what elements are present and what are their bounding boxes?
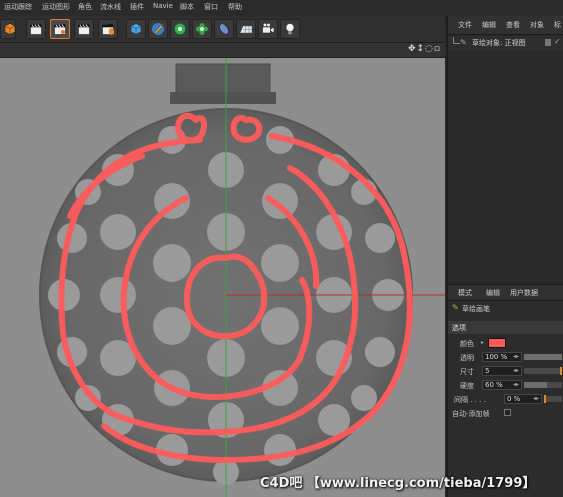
object-label: 草绘对象: 正视图	[472, 39, 526, 47]
hardness-label: 硬度	[460, 382, 474, 390]
section-options[interactable]: 选项	[448, 321, 563, 334]
menu-help[interactable]: 帮助	[228, 2, 242, 12]
menu-plugins[interactable]: 插件	[130, 2, 144, 12]
check-icon[interactable]: ✓	[554, 37, 561, 46]
prop-size: 尺寸 5 ◂▸	[448, 365, 563, 378]
knob-cap	[175, 63, 271, 97]
knob-base	[170, 92, 276, 104]
spacing-field[interactable]: 0 % ◂▸	[504, 394, 542, 404]
viewport[interactable]	[0, 58, 445, 497]
object-row-sketch[interactable]: ✎ 草绘对象: 正视图 ✓	[448, 36, 563, 50]
menu-mograph[interactable]: 运动图形	[42, 2, 70, 12]
sketch-object-icon: ✎	[460, 38, 467, 47]
visibility-toggle-icon[interactable]	[545, 39, 551, 46]
size-field[interactable]: 5 ◂▸	[482, 366, 522, 376]
c4d-window: 运动跟踪 运动图形 角色 流水线 插件 Navie 脚本 窗口 帮助 ✥↕◌▫ …	[0, 0, 563, 497]
prop-spacing: 间隔 . . . . 0 % ◂▸	[448, 393, 563, 406]
light-bulb-icon[interactable]	[280, 19, 300, 39]
section-options-label: 选项	[452, 324, 466, 332]
green-flower-icon[interactable]	[192, 19, 212, 39]
green-gear-icon[interactable]	[170, 19, 190, 39]
cube-blue-icon[interactable]	[126, 19, 146, 39]
objmenu-tags[interactable]: 标	[554, 20, 561, 30]
color-swatch[interactable]	[488, 338, 506, 348]
prop-hardness: 硬度 60 % ◂▸	[448, 379, 563, 392]
attribute-title: ✎ 草绘画笔	[448, 302, 563, 316]
objmenu-file[interactable]: 文件	[458, 20, 472, 30]
spacing-slider[interactable]	[544, 395, 562, 403]
attribute-title-text: 草绘画笔	[462, 305, 490, 313]
menu-pipeline[interactable]: 流水线	[100, 2, 121, 12]
spinner-arrows-icon[interactable]: ◂▸	[513, 353, 519, 360]
spinner-arrows-icon[interactable]: ◂▸	[533, 395, 539, 402]
attrmenu-mode[interactable]: 模式	[458, 288, 472, 298]
autokey-checkbox[interactable]	[504, 409, 511, 416]
color-label: 颜色	[460, 340, 474, 348]
blue-capsule-icon[interactable]	[214, 19, 234, 39]
opacity-slider[interactable]	[524, 354, 562, 360]
hardness-slider[interactable]	[524, 382, 562, 388]
pen-icon[interactable]	[148, 19, 168, 39]
prop-autokey: 自动-添加帧	[448, 407, 563, 420]
hardness-field[interactable]: 60 % ◂▸	[482, 380, 522, 390]
attribute-manager: 模式 编辑 用户数据 ✎ 草绘画笔 选项 颜色 ▸ 透明 100 % ◂▸ 尺寸 …	[447, 284, 563, 497]
object-manager-menu: 文件 编辑 查看 对象 标	[448, 16, 563, 35]
menu-script[interactable]: 脚本	[180, 2, 194, 12]
opacity-field[interactable]: 100 % ◂▸	[482, 352, 522, 362]
menu-bar: 运动跟踪 运动图形 角色 流水线 插件 Navie 脚本 窗口 帮助	[0, 0, 563, 17]
size-slider[interactable]	[524, 367, 562, 375]
menu-window[interactable]: 窗口	[204, 2, 218, 12]
attrmenu-userdata[interactable]: 用户数据	[510, 288, 538, 298]
objmenu-edit[interactable]: 编辑	[482, 20, 496, 30]
opacity-label: 透明	[460, 354, 474, 362]
floor-grid-icon[interactable]	[236, 19, 256, 39]
viewport-navigation-icons[interactable]: ✥↕◌▫	[408, 44, 441, 54]
clapper-icon[interactable]	[74, 19, 94, 39]
cube-icon[interactable]	[0, 19, 16, 39]
viewport-canvas	[39, 58, 445, 497]
objmenu-object[interactable]: 对象	[530, 20, 544, 30]
toolbar	[0, 16, 445, 43]
clapper-active-icon[interactable]	[50, 19, 70, 39]
clapper-icon[interactable]	[26, 19, 46, 39]
menu-navie[interactable]: Navie	[153, 2, 173, 10]
clapper-cube-icon[interactable]	[98, 19, 118, 39]
viewport-header: ✥↕◌▫	[0, 43, 445, 58]
attribute-manager-menu: 模式 编辑 用户数据	[448, 285, 563, 301]
spinner-arrows-icon[interactable]: ◂▸	[513, 381, 519, 388]
spinner-arrows-icon[interactable]: ◂▸	[513, 367, 519, 374]
spacing-label: 间隔 . . . .	[454, 396, 486, 404]
menu-character[interactable]: 角色	[78, 2, 92, 12]
camera-icon[interactable]	[258, 19, 278, 39]
autokey-label: 自动-添加帧	[452, 410, 490, 418]
brush-icon: ✎	[452, 303, 459, 312]
attrmenu-edit[interactable]: 编辑	[486, 288, 500, 298]
watermark: C4D吧 【www.linecg.com/tieba/1799】	[260, 476, 536, 491]
hierarchy-line-icon	[453, 37, 460, 44]
prop-color: 颜色 ▸	[448, 337, 563, 350]
objmenu-view[interactable]: 查看	[506, 20, 520, 30]
object-manager: 文件 编辑 查看 对象 标 ✎ 草绘对象: 正视图 ✓	[447, 16, 563, 282]
expand-arrow-icon[interactable]: ▸	[481, 339, 484, 346]
menu-motion-tracking[interactable]: 运动跟踪	[4, 2, 32, 12]
prop-opacity: 透明 100 % ◂▸	[448, 351, 563, 364]
size-label: 尺寸	[460, 368, 474, 376]
